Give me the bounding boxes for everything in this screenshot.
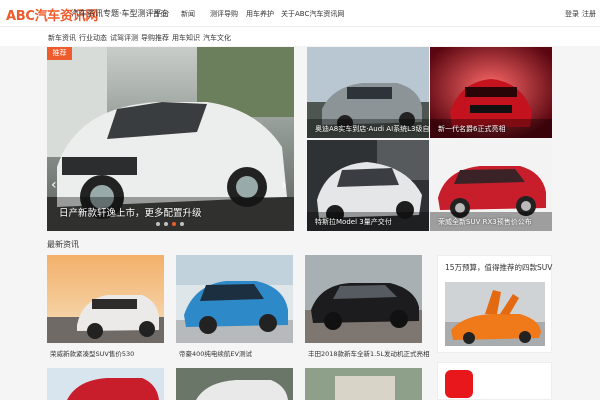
tile-audi[interactable]: 奥迪A8实车到店·Audi AI系统L3级自动驾驶 <box>307 47 429 138</box>
tile-caption[interactable]: 特斯拉Model 3量产交付 <box>315 217 392 227</box>
news-card-4[interactable] <box>47 368 164 400</box>
news-card-5[interactable] <box>176 368 293 400</box>
hot-icon <box>445 370 473 398</box>
hero-image <box>47 47 294 231</box>
news-image <box>47 368 164 400</box>
sub-nav: 新车资讯 行业动态 试驾评测 导购推荐 用车知识 汽车文化 <box>0 26 600 46</box>
slider-dots <box>156 222 184 226</box>
section-title: 最新资讯 <box>47 240 79 249</box>
subnav-item-6[interactable]: 汽车文化 <box>203 33 231 43</box>
slider-dot[interactable] <box>180 222 184 226</box>
sidebar-image[interactable] <box>445 282 545 346</box>
nav-item-about[interactable]: 关于ABC汽车资讯网 <box>281 9 344 19</box>
hero-slide[interactable]: ‹ › 日产新款轩逸上市，更多配置升级 <box>47 47 294 231</box>
subnav-item-5[interactable]: 用车知识 <box>172 33 200 43</box>
subnav-item-4[interactable]: 导购推荐 <box>141 33 169 43</box>
news-caption[interactable]: 帝豪400纯电续航EV测试 <box>179 348 252 358</box>
tile-mg6[interactable]: 新一代名爵6正式亮相 <box>430 47 552 138</box>
prev-arrow-icon[interactable]: ‹ <box>51 177 57 193</box>
news-caption[interactable]: 荣威新款紧凑型SUV售价530 <box>50 348 134 358</box>
news-card-2[interactable] <box>176 255 293 343</box>
news-image <box>305 255 422 343</box>
news-caption[interactable]: 丰田2018款新车全新1.5L发动机正式亮相 <box>308 348 430 358</box>
nav-item-care[interactable]: 用车养护 <box>246 9 274 19</box>
news-image <box>176 255 293 343</box>
tile-caption[interactable]: 奥迪A8实车到店·Audi AI系统L3级自动驾驶 <box>315 124 429 134</box>
tile-tesla[interactable]: 特斯拉Model 3量产交付 <box>307 140 429 231</box>
news-image <box>47 255 164 343</box>
sidebar-car-image <box>445 282 545 346</box>
tile-rx3[interactable]: 荣威全新SUV RX3预售价公布 <box>430 140 552 231</box>
subnav-item-2[interactable]: 行业动态 <box>79 33 107 43</box>
tile-caption[interactable]: 荣威全新SUV RX3预售价公布 <box>438 217 532 227</box>
sidebar-title[interactable]: 15万预算，值得推荐的四款SUV <box>445 262 552 273</box>
nav-item-review[interactable]: 测评导购 <box>210 9 238 19</box>
sidebar-hot[interactable] <box>437 362 552 400</box>
register-link[interactable]: 注册 <box>582 9 596 19</box>
top-bar: ABC汽车资讯网 汽车资讯专题·车型测评平台 首页 新闻 测评导购 用车养护 关… <box>0 0 600 26</box>
tile-caption[interactable]: 新一代名爵6正式亮相 <box>438 124 505 134</box>
slider-dot-active[interactable] <box>172 222 176 226</box>
next-arrow-icon[interactable]: › <box>281 177 287 193</box>
nav-item-home[interactable]: 首页 <box>153 9 167 19</box>
news-image <box>305 368 422 400</box>
news-image <box>176 368 293 400</box>
recommend-badge: 推荐 <box>47 47 72 60</box>
nav-item-news[interactable]: 新闻 <box>181 9 195 19</box>
news-card-1[interactable] <box>47 255 164 343</box>
sidebar-feature[interactable]: 15万预算，值得推荐的四款SUV <box>437 255 552 353</box>
hero-title[interactable]: 日产新款轩逸上市，更多配置升级 <box>59 205 202 219</box>
news-card-6[interactable] <box>305 368 422 400</box>
subnav-item-3[interactable]: 试驾评测 <box>110 33 138 43</box>
login-link[interactable]: 登录 <box>565 9 579 19</box>
slider-dot[interactable] <box>164 222 168 226</box>
subnav-item-1[interactable]: 新车资讯 <box>48 33 76 43</box>
slider-dot[interactable] <box>156 222 160 226</box>
news-card-3[interactable] <box>305 255 422 343</box>
